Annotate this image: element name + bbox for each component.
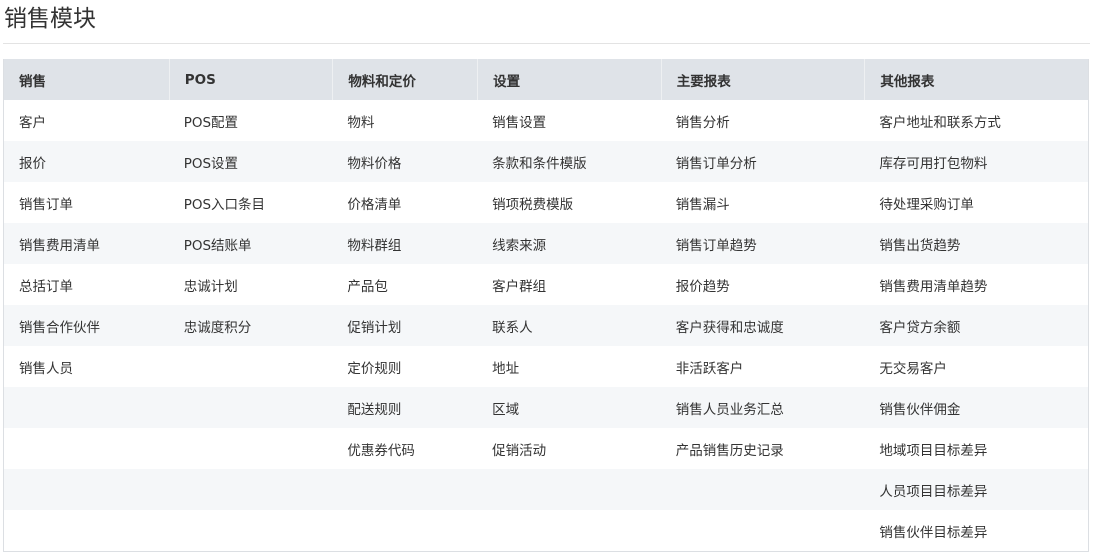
link-items-pricing[interactable]: 物料 — [332, 100, 477, 141]
link-pos[interactable]: POS设置 — [169, 141, 333, 182]
empty-cell — [477, 510, 661, 551]
column-header-sales: 销售 — [19, 73, 46, 90]
table-row: 优惠券代码 促销活动 产品销售历史记录 地域项目目标差异 — [4, 428, 1088, 469]
table-row: 报价 POS设置 物料价格 条款和条件模版 销售订单分析 库存可用打包物料 — [4, 141, 1088, 182]
table-row: 销售伙伴目标差异 — [4, 510, 1088, 551]
page-title: 销售模块 — [4, 6, 96, 32]
empty-cell — [169, 387, 333, 428]
column-header-items-pricing: 物料和定价 — [332, 59, 477, 100]
title-divider — [3, 43, 1090, 44]
link-sales[interactable]: 报价 — [4, 141, 169, 182]
link-settings[interactable]: 线索来源 — [477, 223, 661, 264]
empty-cell — [4, 510, 169, 551]
table-row: 客户 POS配置 物料 销售设置 销售分析 客户地址和联系方式 — [4, 100, 1088, 141]
link-settings[interactable]: 地址 — [477, 346, 661, 387]
link-pos[interactable]: POS结账单 — [169, 223, 333, 264]
link-items-pricing[interactable]: 优惠券代码 — [332, 428, 477, 469]
link-settings[interactable]: 条款和条件模版 — [477, 141, 661, 182]
link-sales[interactable]: 销售人员 — [4, 346, 169, 387]
link-key-reports[interactable]: 客户获得和忠诚度 — [661, 305, 865, 346]
link-items-pricing[interactable]: 价格清单 — [332, 182, 477, 223]
column-header-pos: POS — [168, 59, 333, 100]
link-other-reports[interactable]: 库存可用打包物料 — [864, 141, 1088, 182]
link-key-reports[interactable]: 非活跃客户 — [661, 346, 865, 387]
link-other-reports[interactable]: 无交易客户 — [864, 346, 1088, 387]
link-key-reports[interactable]: 报价趋势 — [661, 264, 865, 305]
link-items-pricing[interactable]: 产品包 — [332, 264, 477, 305]
link-settings[interactable]: 区域 — [477, 387, 661, 428]
link-sales[interactable]: 销售合作伙伴 — [4, 305, 169, 346]
column-header-other-reports: 其他报表 — [864, 59, 1088, 100]
link-other-reports[interactable]: 待处理采购订单 — [864, 182, 1088, 223]
empty-cell — [4, 428, 169, 469]
link-key-reports[interactable]: 销售人员业务汇总 — [661, 387, 865, 428]
column-header-key-reports: 主要报表 — [660, 59, 865, 100]
table-row: 总括订单 忠诚计划 产品包 客户群组 报价趋势 销售费用清单趋势 — [4, 264, 1088, 305]
empty-cell — [332, 510, 477, 551]
table-row: 配送规则 区域 销售人员业务汇总 销售伙伴佣金 — [4, 387, 1088, 428]
sales-module-grid: 销售 POS 物料和定价 设置 主要报表 其他报表 客户 POS配置 物料 销售设置销… — [3, 59, 1089, 552]
link-sales[interactable]: 总括订单 — [4, 264, 169, 305]
link-other-reports[interactable]: 销售伙伴目标差异 — [864, 510, 1088, 551]
link-key-reports[interactable]: 产品销售历史记录 — [661, 428, 865, 469]
link-settings[interactable]: 联系人 — [477, 305, 661, 346]
empty-cell — [169, 346, 333, 387]
link-settings[interactable]: 销售设置 — [477, 100, 661, 141]
link-pos[interactable]: 忠诚度积分 — [169, 305, 333, 346]
grid-body: 客户 POS配置 物料 销售设置 销售分析 客户地址和联系方式 报价 POS设置 物料价格 条款和… — [4, 100, 1088, 551]
link-settings[interactable]: 销项税费模版 — [477, 182, 661, 223]
grid-header-row: 销售 POS 物料和定价 设置 主要报表 其他报表 — [4, 59, 1088, 100]
empty-cell — [4, 387, 169, 428]
link-items-pricing[interactable]: 促销计划 — [332, 305, 477, 346]
link-other-reports[interactable]: 客户贷方余额 — [864, 305, 1088, 346]
table-row: 销售费用清单 POS结账单 物料群组 线索来源 销售订单趋势 销售出货趋势 — [4, 223, 1088, 264]
table-row: 销售合作伙伴 忠诚度积分 促销计划 联系人 客户获得和忠诚度 客户贷方余额 — [4, 305, 1088, 346]
link-sales[interactable]: 销售费用清单 — [4, 223, 169, 264]
link-pos[interactable]: POS配置 — [169, 100, 333, 141]
link-items-pricing[interactable]: 物料群组 — [332, 223, 477, 264]
empty-cell — [169, 428, 333, 469]
table-row: 销售订单 POS入口条目 价格清单 销项税费模版 销售漏斗 待处理采购订单 — [4, 182, 1088, 223]
empty-cell — [169, 510, 333, 551]
link-sales[interactable]: 客户 — [4, 100, 169, 141]
link-other-reports[interactable]: 人员项目目标差异 — [864, 469, 1088, 510]
link-key-reports[interactable]: 销售分析 — [661, 100, 865, 141]
link-settings[interactable]: 促销活动 — [477, 428, 661, 469]
empty-cell — [661, 510, 865, 551]
link-pos[interactable]: 忠诚计划 — [169, 264, 333, 305]
link-other-reports[interactable]: 销售出货趋势 — [864, 223, 1088, 264]
column-header-settings: 设置 — [477, 59, 661, 100]
link-pos[interactable]: POS入口条目 — [169, 182, 333, 223]
link-items-pricing[interactable]: 定价规则 — [332, 346, 477, 387]
empty-cell — [477, 469, 661, 510]
link-other-reports[interactable]: 销售伙伴佣金 — [864, 387, 1088, 428]
table-row: 人员项目目标差异 — [4, 469, 1088, 510]
link-other-reports[interactable]: 销售费用清单趋势 — [864, 264, 1088, 305]
link-settings[interactable]: 客户群组 — [477, 264, 661, 305]
link-key-reports[interactable]: 销售订单分析 — [661, 141, 865, 182]
empty-cell — [332, 469, 477, 510]
link-key-reports[interactable]: 销售订单趋势 — [661, 223, 865, 264]
link-other-reports[interactable]: 客户地址和联系方式 — [864, 100, 1088, 141]
link-sales[interactable]: 销售订单 — [4, 182, 169, 223]
link-other-reports[interactable]: 地域项目目标差异 — [864, 428, 1088, 469]
empty-cell — [4, 469, 169, 510]
link-key-reports[interactable]: 销售漏斗 — [661, 182, 865, 223]
table-row: 销售人员 定价规则 地址 非活跃客户 无交易客户 — [4, 346, 1088, 387]
empty-cell — [169, 469, 333, 510]
link-items-pricing[interactable]: 物料价格 — [332, 141, 477, 182]
empty-cell — [661, 469, 865, 510]
link-items-pricing[interactable]: 配送规则 — [332, 387, 477, 428]
